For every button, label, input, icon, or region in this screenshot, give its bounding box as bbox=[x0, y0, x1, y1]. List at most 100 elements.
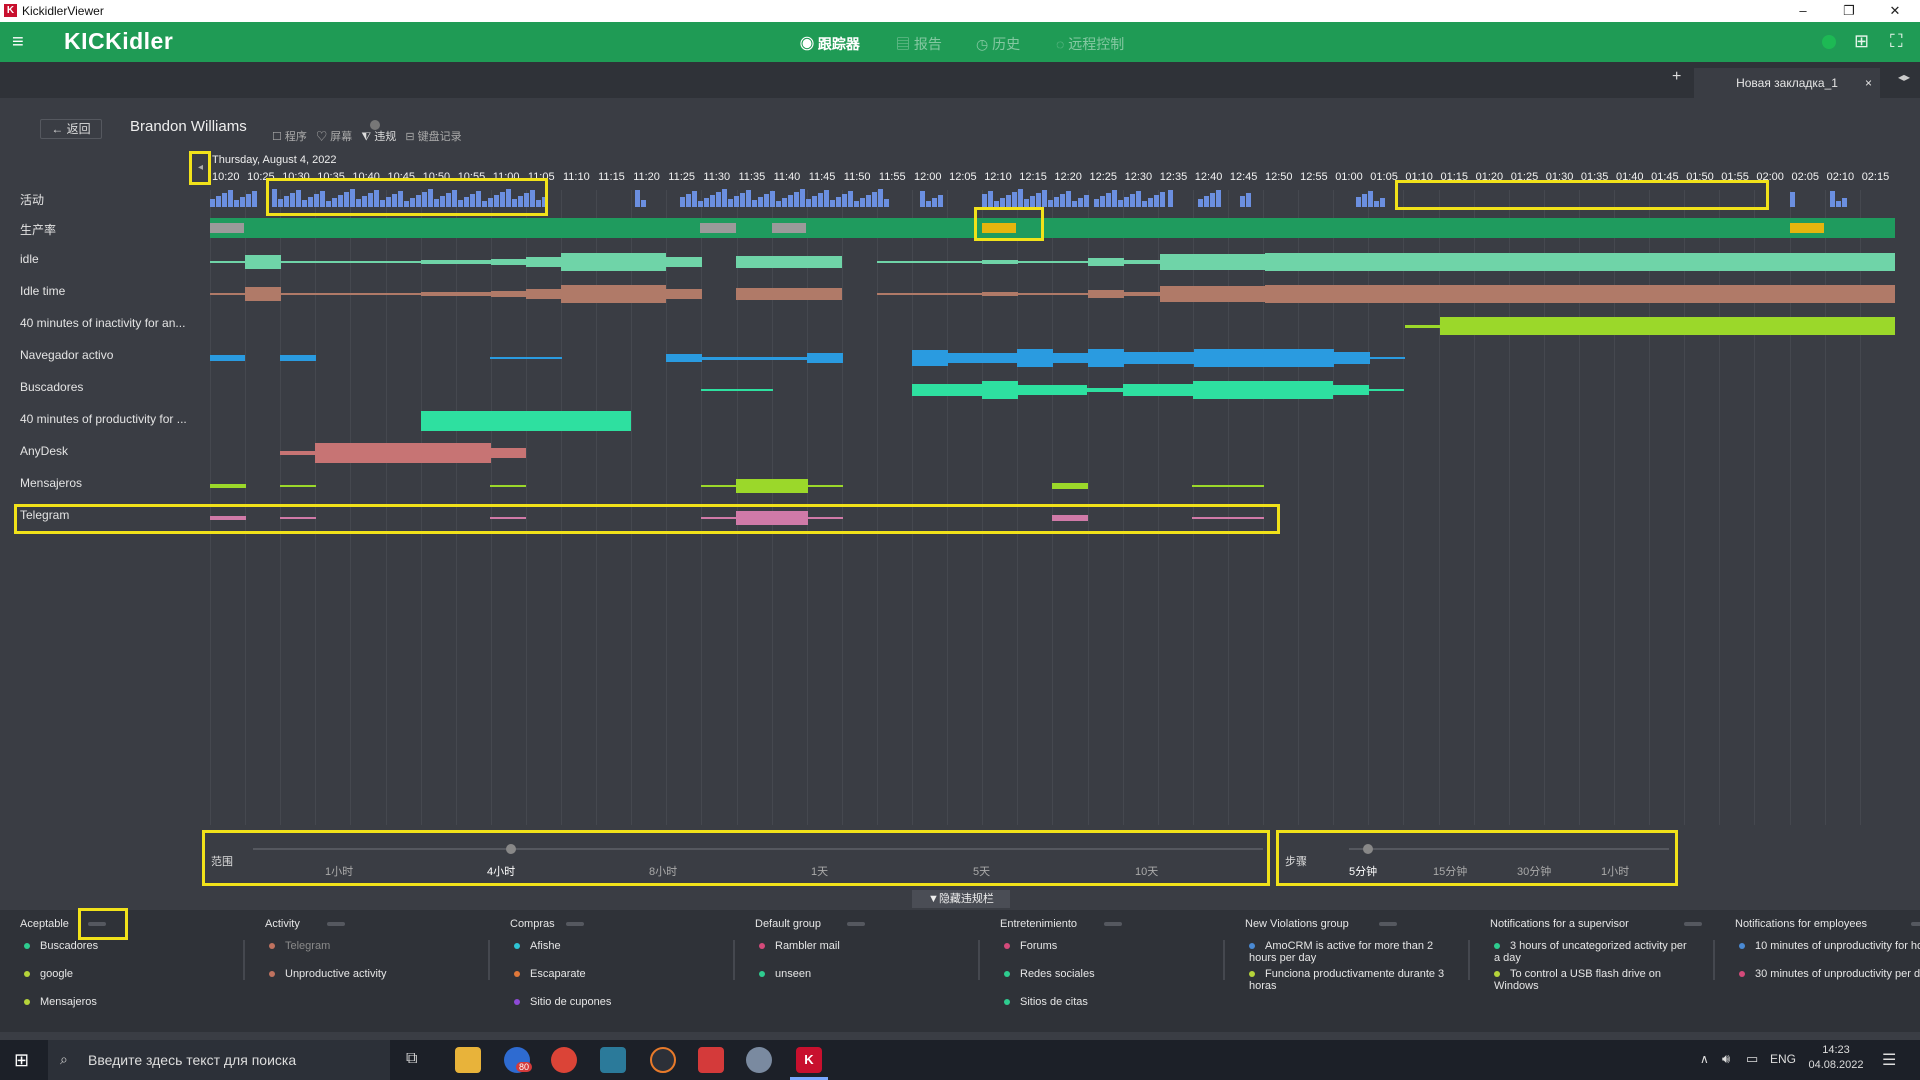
legend-item[interactable]: Sitio de cupones bbox=[514, 996, 714, 1008]
activity-bar[interactable] bbox=[228, 190, 233, 207]
legend-group-toggle[interactable] bbox=[1911, 922, 1920, 926]
idle-time-bar[interactable] bbox=[1405, 285, 1895, 303]
opt-violations[interactable]: ⧨ 违规 bbox=[361, 131, 396, 143]
legend-scrollbar[interactable] bbox=[1223, 940, 1225, 980]
back-button[interactable]: ← 返回 bbox=[40, 119, 102, 139]
activity-bar[interactable] bbox=[1154, 195, 1159, 207]
maximize-button[interactable]: ❐ bbox=[1826, 0, 1872, 22]
activity-bar[interactable] bbox=[1830, 191, 1835, 207]
browser-bar[interactable] bbox=[1334, 352, 1370, 364]
activity-bar[interactable] bbox=[1006, 195, 1011, 207]
activity-bar[interactable] bbox=[752, 200, 757, 207]
legend-item[interactable]: Escaparate bbox=[514, 968, 714, 980]
add-window-icon[interactable]: ⊞ bbox=[1854, 31, 1869, 52]
activity-bar[interactable] bbox=[1100, 196, 1105, 207]
activity-bar[interactable] bbox=[1368, 191, 1373, 207]
opt-screens[interactable]: ♡ 屏幕 bbox=[316, 131, 352, 143]
messengers-bar[interactable] bbox=[701, 485, 736, 487]
activity-bar[interactable] bbox=[210, 199, 215, 207]
range-step-option[interactable]: 5天 bbox=[973, 863, 990, 879]
kickidler-taskbar-icon[interactable]: K bbox=[796, 1047, 822, 1073]
activity-bar[interactable] bbox=[1836, 201, 1841, 207]
nav-remote-control[interactable]: ◌ 远程控制 bbox=[1056, 34, 1124, 54]
step-track[interactable] bbox=[1349, 848, 1669, 850]
activity-bar[interactable] bbox=[806, 199, 811, 207]
legend-item[interactable]: Buscadores bbox=[24, 940, 224, 952]
activity-bar[interactable] bbox=[1148, 198, 1153, 207]
browser-bar[interactable] bbox=[1017, 349, 1053, 367]
legend-item[interactable]: unseen bbox=[759, 968, 959, 980]
legend-item[interactable]: AmoCRM is active for more than 2 hours p… bbox=[1249, 940, 1449, 964]
activity-bar[interactable] bbox=[234, 200, 239, 207]
tray-chevron-icon[interactable]: ∧ bbox=[1700, 1052, 1709, 1066]
activity-bar[interactable] bbox=[635, 190, 640, 207]
activity-bar[interactable] bbox=[1106, 193, 1111, 207]
task-view-icon[interactable]: ⧉ bbox=[406, 1050, 417, 1068]
activity-bar[interactable] bbox=[812, 196, 817, 207]
network-icon[interactable]: ▭ bbox=[1746, 1051, 1758, 1067]
hide-violations-button[interactable]: ▼隐藏违规栏 bbox=[912, 890, 1010, 908]
idle-bar[interactable] bbox=[982, 260, 1018, 264]
inactivity-bar[interactable] bbox=[1405, 324, 1441, 328]
range-step-option[interactable]: 1天 bbox=[811, 863, 828, 879]
search-engines-bar[interactable] bbox=[1333, 385, 1369, 395]
legend-group-toggle[interactable] bbox=[1104, 922, 1122, 926]
activity-bar[interactable] bbox=[246, 194, 251, 207]
close-tab-icon[interactable]: × bbox=[1865, 68, 1872, 98]
activity-bar[interactable] bbox=[1118, 200, 1123, 207]
legend-item[interactable]: Sitios de citas bbox=[1004, 996, 1204, 1008]
activity-bar[interactable] bbox=[1024, 199, 1029, 207]
idle-time-bar[interactable] bbox=[245, 287, 281, 301]
activity-bar[interactable] bbox=[686, 194, 691, 207]
anydesk-icon[interactable] bbox=[698, 1047, 724, 1073]
activity-bar[interactable] bbox=[878, 189, 883, 207]
activity-bar[interactable] bbox=[818, 193, 823, 207]
menu-icon[interactable]: ≡ bbox=[12, 32, 32, 52]
anydesk-bar[interactable] bbox=[315, 443, 491, 463]
activity-bar[interactable] bbox=[734, 196, 739, 207]
activity-bar[interactable] bbox=[842, 194, 847, 207]
idle-bar[interactable] bbox=[877, 261, 982, 263]
range-step-option[interactable]: 4小时 bbox=[487, 863, 515, 879]
add-tab-button[interactable]: + bbox=[1672, 68, 1681, 86]
activity-bar[interactable] bbox=[1198, 199, 1203, 207]
idle-time-bar[interactable] bbox=[210, 293, 245, 295]
opt-keylog[interactable]: ⊟ 键盘记录 bbox=[405, 131, 461, 143]
idle-bar[interactable] bbox=[1124, 260, 1160, 264]
activity-bar[interactable] bbox=[1048, 200, 1053, 207]
idle-time-bar[interactable] bbox=[1088, 290, 1124, 298]
range-track[interactable] bbox=[253, 848, 1263, 850]
activity-bar[interactable] bbox=[1042, 190, 1047, 207]
productivity-gray-bar[interactable] bbox=[210, 223, 244, 233]
idle-bar[interactable] bbox=[281, 261, 421, 263]
volume-icon[interactable]: 🔊︎ bbox=[1722, 1051, 1730, 1067]
productivity-yellow-bar[interactable] bbox=[1790, 223, 1824, 233]
legend-item[interactable]: Unproductive activity bbox=[269, 968, 469, 980]
legend-scrollbar[interactable] bbox=[733, 940, 735, 980]
range-step-option[interactable]: 8小时 bbox=[649, 863, 677, 879]
chrome-icon[interactable] bbox=[551, 1047, 577, 1073]
legend-item[interactable]: Mensajeros bbox=[24, 996, 224, 1008]
activity-bar[interactable] bbox=[1084, 195, 1089, 207]
nav-reports[interactable]: ▤ 报告 bbox=[896, 34, 942, 54]
opt-programs[interactable]: ☐ 程序 bbox=[272, 131, 307, 143]
activity-bar[interactable] bbox=[1012, 192, 1017, 207]
activity-bar[interactable] bbox=[722, 189, 727, 207]
idle-bar[interactable] bbox=[245, 255, 281, 269]
activity-bar[interactable] bbox=[884, 199, 889, 207]
activity-bar[interactable] bbox=[866, 195, 871, 207]
activity-bar[interactable] bbox=[848, 191, 853, 207]
idle-bar[interactable] bbox=[1160, 254, 1265, 270]
browser-bar[interactable] bbox=[702, 356, 807, 360]
activity-bar[interactable] bbox=[1380, 198, 1385, 207]
activity-bar[interactable] bbox=[1240, 196, 1245, 207]
headset-icon[interactable] bbox=[650, 1047, 676, 1073]
idle-bar[interactable] bbox=[1018, 261, 1088, 263]
idle-time-bar[interactable] bbox=[561, 285, 666, 303]
legend-scrollbar[interactable] bbox=[243, 940, 245, 980]
search-engines-bar[interactable] bbox=[1087, 388, 1123, 392]
activity-bar[interactable] bbox=[698, 201, 703, 207]
idle-time-bar[interactable] bbox=[281, 293, 421, 295]
idle-bar[interactable] bbox=[1265, 253, 1405, 271]
activity-bar[interactable] bbox=[1112, 190, 1117, 207]
